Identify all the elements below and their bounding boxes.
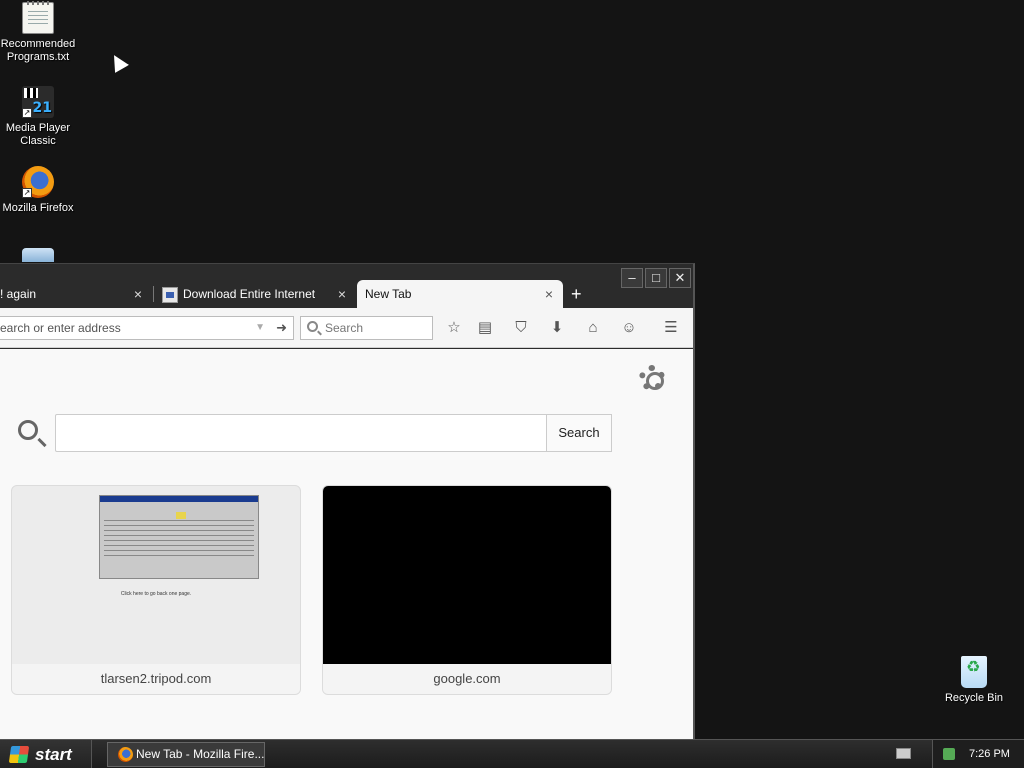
start-label: start (35, 745, 72, 764)
desktop-icon-recycle-bin[interactable]: Recycle Bin (944, 656, 1004, 705)
new-tab-page: Search Click here to go back one page. t… (0, 349, 693, 739)
tab-new-tab[interactable]: New Tab × (357, 280, 563, 308)
url-bar[interactable]: earch or enter address ▼ ➜ (0, 316, 294, 340)
dialog-screenshot (99, 495, 259, 579)
tile-thumbnail (323, 486, 611, 666)
pocket-icon[interactable]: ⛉ (511, 318, 531, 338)
desktop-icon-label: Recommended Programs.txt (0, 38, 76, 63)
system-tray: 7:26 PM (932, 740, 1024, 768)
desktop-icon-recommended-programs[interactable]: Recommended Programs.txt (0, 1, 76, 64)
reading-list-icon[interactable]: ▤ (475, 318, 495, 338)
network-icon[interactable] (943, 748, 955, 760)
tab-label: Download Entire Internet (183, 287, 316, 301)
close-tab-icon[interactable]: × (134, 280, 142, 308)
tile-label: tlarsen2.tripod.com (12, 664, 300, 694)
firefox-window: ‒ □ ✕ ! again × Download Entire Internet… (0, 263, 695, 739)
url-bar-placeholder: earch or enter address (0, 321, 121, 335)
desktop-icon-label: Media Player Classic (5, 122, 71, 147)
shortcut-arrow-icon: ↗ (22, 188, 32, 198)
folder-icon (176, 512, 186, 519)
firefox-icon: ↗ (22, 166, 54, 198)
gear-icon[interactable] (639, 365, 665, 391)
mpc-icon: 21 ↗ (22, 86, 54, 118)
recycle-bin-icon (961, 656, 987, 688)
tab-label: ! again (0, 287, 37, 301)
desktop-icon-mozilla-firefox[interactable]: ↗ Mozilla Firefox (0, 166, 76, 215)
navigation-toolbar: earch or enter address ▼ ➜ Search ☆ ▤ ⛉ … (0, 308, 693, 348)
taskbar: start New Tab - Mozilla Fire... 7:26 PM (0, 739, 1024, 768)
clock[interactable]: 7:26 PM (969, 740, 1010, 768)
task-label: New Tab - Mozilla Fire... (136, 747, 265, 761)
download-icon[interactable]: ⬇ (547, 318, 567, 338)
newtab-search-button[interactable]: Search (546, 414, 612, 452)
taskbar-button-firefox[interactable]: New Tab - Mozilla Fire... (107, 742, 265, 767)
desktop-icon-label: Recycle Bin (944, 692, 1004, 704)
close-tab-icon[interactable]: × (338, 280, 346, 308)
tab-download-entire-internet[interactable]: Download Entire Internet × (154, 280, 356, 308)
go-arrow-icon[interactable]: ➜ (276, 317, 287, 339)
menu-icon[interactable]: ☰ (661, 318, 681, 338)
tab-again[interactable]: ! again × (0, 280, 152, 308)
url-dropdown-icon[interactable]: ▼ (255, 317, 265, 339)
search-icon (18, 420, 38, 440)
top-site-tile[interactable]: Click here to go back one page. tlarsen2… (11, 485, 301, 695)
newtab-search-input[interactable] (55, 414, 547, 452)
partial-icon (22, 248, 54, 262)
tab-label: New Tab (365, 287, 412, 301)
mouse-cursor-icon (107, 51, 129, 73)
notepad-icon (22, 1, 54, 34)
windows-logo-icon (8, 746, 30, 763)
home-icon[interactable]: ⌂ (583, 318, 603, 338)
search-bar-placeholder: Search (325, 321, 364, 335)
site-favicon-icon (162, 286, 178, 303)
new-tab-button[interactable]: + (571, 280, 582, 308)
search-icon (307, 321, 318, 332)
keyboard-icon[interactable] (896, 748, 911, 759)
tab-strip: ! again × Download Entire Internet × New… (0, 280, 693, 308)
desktop-icon-media-player-classic[interactable]: 21 ↗ Media Player Classic (0, 86, 76, 148)
thumbnail-text: Click here to go back one page. (120, 591, 192, 597)
tile-label: google.com (323, 664, 611, 694)
top-site-tile[interactable]: google.com (322, 485, 612, 695)
chat-icon[interactable]: ☺ (619, 318, 639, 338)
shortcut-arrow-icon: ↗ (22, 108, 32, 118)
start-button[interactable]: start (0, 740, 92, 768)
firefox-icon (118, 747, 133, 762)
search-bar[interactable]: Search (300, 316, 433, 340)
desktop-icon-label: Mozilla Firefox (2, 202, 74, 214)
close-tab-icon[interactable]: × (545, 280, 553, 308)
bookmark-star-icon[interactable]: ☆ (444, 318, 464, 338)
tile-thumbnail: Click here to go back one page. (12, 486, 300, 666)
